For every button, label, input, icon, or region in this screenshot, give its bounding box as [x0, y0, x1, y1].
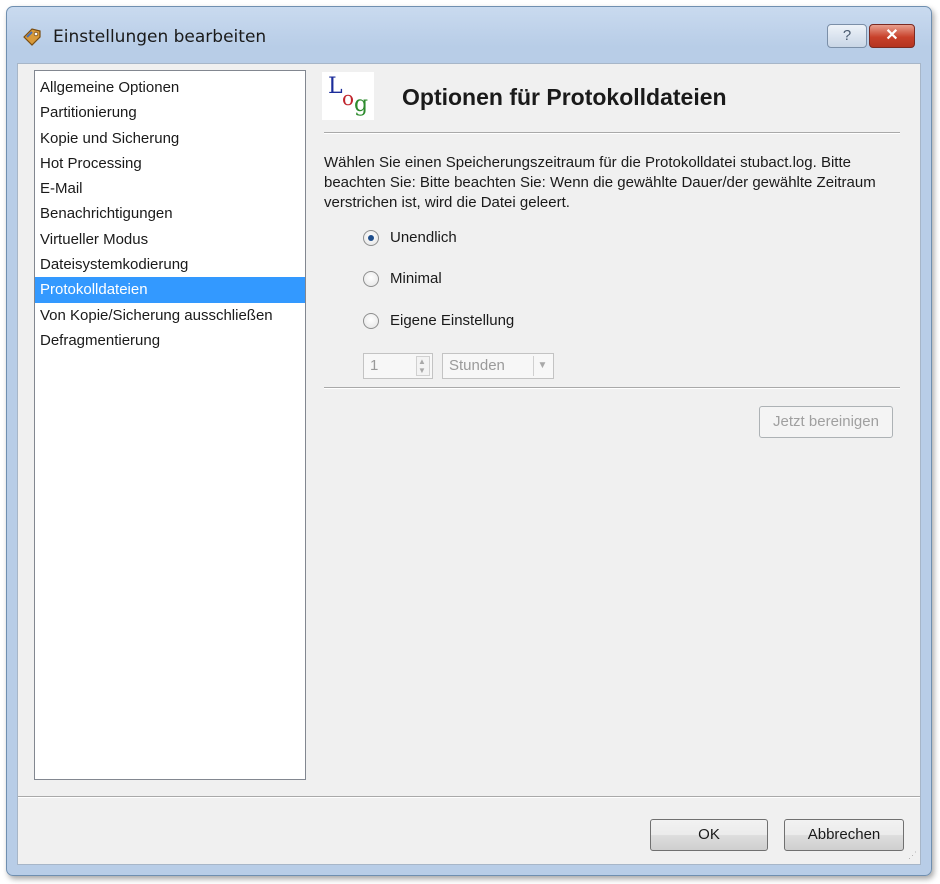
- radio-label[interactable]: Minimal: [390, 268, 442, 290]
- duration-stepper[interactable]: 1 ▲ ▼: [363, 353, 433, 379]
- duration-value[interactable]: 1: [370, 357, 378, 374]
- settings-tag-icon: [23, 28, 41, 46]
- sidebar-item-partitionierung[interactable]: Partitionierung: [35, 100, 305, 125]
- sidebar-item-allgemeine-optionen[interactable]: Allgemeine Optionen: [35, 75, 305, 100]
- sidebar-item-protokolldateien[interactable]: Protokolldateien: [35, 277, 305, 303]
- divider: [324, 132, 900, 134]
- divider: [324, 387, 900, 389]
- unit-select-value[interactable]: Stunden: [449, 357, 505, 374]
- sidebar-item-hot-processing[interactable]: Hot Processing: [35, 151, 305, 176]
- settings-dialog: Einstellungen bearbeiten ? ✕ Allgemeine …: [6, 6, 932, 876]
- close-button[interactable]: ✕: [869, 24, 915, 48]
- sidebar-item-kopie-und-sicherung[interactable]: Kopie und Sicherung: [35, 126, 305, 151]
- help-button[interactable]: ?: [827, 24, 867, 48]
- stepper-buttons[interactable]: ▲ ▼: [416, 356, 430, 376]
- description-text: Wählen Sie einen Speicherungszeitraum fü…: [324, 154, 876, 211]
- title-bar[interactable]: Einstellungen bearbeiten ? ✕: [7, 7, 931, 63]
- ok-button[interactable]: OK: [650, 819, 768, 851]
- radio-button-icon[interactable]: [363, 271, 379, 287]
- category-list[interactable]: Allgemeine Optionen Partitionierung Kopi…: [34, 70, 306, 780]
- radio-label[interactable]: Eigene Einstellung: [390, 310, 514, 332]
- radio-label[interactable]: Unendlich: [390, 227, 457, 249]
- stepper-down-icon[interactable]: ▼: [418, 367, 426, 375]
- sidebar-item-e-mail[interactable]: E-Mail: [35, 176, 305, 201]
- unit-select[interactable]: Stunden ▼: [442, 353, 554, 379]
- clear-now-button[interactable]: Jetzt bereinigen: [759, 406, 893, 438]
- sidebar-item-defragmentierung[interactable]: Defragmentierung: [35, 328, 305, 353]
- sidebar-item-ausschliessen[interactable]: Von Kopie/Sicherung ausschließen: [35, 303, 305, 328]
- sidebar-item-dateisystemkodierung[interactable]: Dateisystemkodierung: [35, 252, 305, 277]
- dialog-client-area: Allgemeine Optionen Partitionierung Kopi…: [17, 63, 921, 865]
- radio-button-icon[interactable]: [363, 313, 379, 329]
- sidebar-item-benachrichtigungen[interactable]: Benachrichtigungen: [35, 201, 305, 226]
- chevron-down-icon[interactable]: ▼: [533, 356, 551, 376]
- page-title: Optionen für Protokolldateien: [402, 84, 727, 110]
- stepper-up-icon[interactable]: ▲: [418, 358, 426, 366]
- cancel-button[interactable]: Abbrechen: [784, 819, 904, 851]
- window-title: Einstellungen bearbeiten: [53, 27, 267, 47]
- resize-grip-icon[interactable]: ⋰: [908, 850, 917, 861]
- log-logo-icon: L o g: [322, 72, 374, 120]
- sidebar-item-virtueller-modus[interactable]: Virtueller Modus: [35, 227, 305, 252]
- radio-button-icon[interactable]: [363, 230, 379, 246]
- divider: [18, 796, 920, 798]
